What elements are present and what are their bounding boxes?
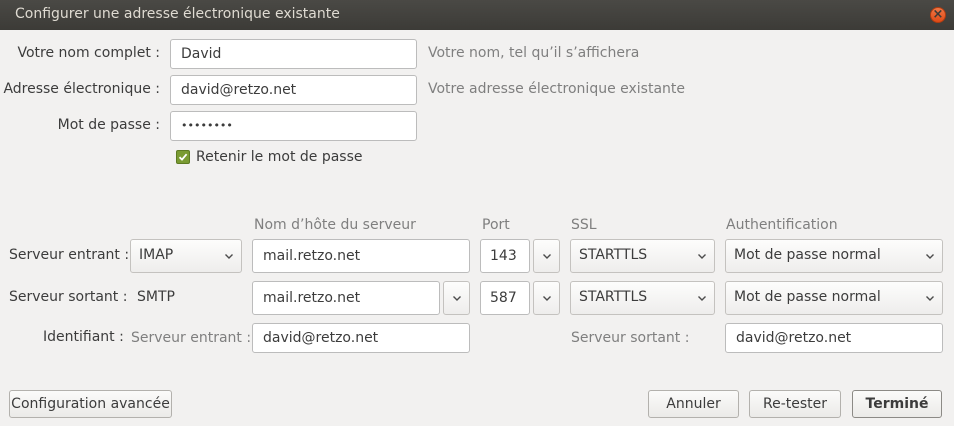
email-input[interactable] [170, 75, 417, 105]
chevron-down-icon [225, 254, 233, 259]
outgoing-hostname-input[interactable] [252, 281, 440, 315]
close-button[interactable]: × [930, 7, 946, 23]
incoming-server-label: Serveur entrant : [9, 247, 130, 263]
chevron-down-icon [926, 296, 934, 301]
chevron-down-icon [698, 296, 706, 301]
outgoing-ssl-value: STARTTLS [579, 289, 648, 305]
incoming-protocol-select[interactable]: IMAP [130, 239, 242, 273]
close-icon: × [932, 7, 944, 22]
name-label: Votre nom complet : [17, 45, 160, 61]
header-auth: Authentification [726, 217, 838, 233]
outgoing-protocol: SMTP [137, 289, 175, 305]
remember-password-label[interactable]: Retenir le mot de passe [196, 149, 363, 165]
incoming-auth-select[interactable]: Mot de passe normal [725, 239, 943, 273]
outgoing-hostname-dropdown[interactable] [443, 281, 470, 315]
chevron-down-icon [543, 254, 551, 259]
retest-button[interactable]: Re-tester [749, 390, 841, 418]
password-label: Mot de passe : [58, 117, 160, 133]
password-input[interactable]: •••••••• [170, 111, 417, 141]
identity-outgoing-label: Serveur sortant : [571, 330, 690, 346]
incoming-auth-value: Mot de passe normal [734, 247, 881, 263]
header-port: Port [482, 217, 510, 233]
incoming-username-input[interactable] [252, 323, 470, 353]
identity-label: Identifiant : [43, 329, 124, 345]
incoming-hostname-input[interactable] [252, 239, 470, 273]
remember-password-checkbox[interactable] [176, 150, 190, 164]
incoming-ssl-value: STARTTLS [579, 247, 648, 263]
full-name-input[interactable] [170, 39, 417, 69]
window-titlebar: Configurer une adresse électronique exis… [0, 0, 954, 30]
advanced-config-button[interactable]: Configuration avancée [9, 390, 172, 418]
chevron-down-icon [453, 296, 461, 301]
outgoing-username-input[interactable] [725, 323, 943, 353]
incoming-protocol-value: IMAP [139, 247, 174, 263]
incoming-port-input[interactable] [480, 239, 530, 273]
outgoing-auth-select[interactable]: Mot de passe normal [725, 281, 943, 315]
header-ssl: SSL [571, 217, 597, 233]
email-label: Adresse électronique : [3, 81, 160, 97]
cancel-button[interactable]: Annuler [648, 390, 739, 418]
outgoing-port-input[interactable] [480, 281, 530, 315]
incoming-port-dropdown[interactable] [533, 239, 560, 273]
password-label-text: Mot de passe : [57, 117, 160, 133]
chevron-down-icon [926, 254, 934, 259]
outgoing-ssl-select[interactable]: STARTTLS [570, 281, 715, 315]
incoming-ssl-select[interactable]: STARTTLS [570, 239, 715, 273]
done-button[interactable]: Terminé [852, 390, 942, 418]
identity-incoming-label: Serveur entrant : [131, 330, 252, 346]
outgoing-port-dropdown[interactable] [533, 281, 560, 315]
email-hint: Votre adresse électronique existante [428, 81, 686, 97]
outgoing-server-label: Serveur sortant : [9, 289, 128, 305]
chevron-down-icon [698, 254, 706, 259]
name-hint: Votre nom, tel qu’il s’affichera [428, 45, 640, 61]
outgoing-auth-value: Mot de passe normal [734, 289, 881, 305]
email-label-text: Adresse électronique : [3, 81, 160, 97]
header-hostname: Nom d’hôte du serveur [254, 217, 416, 233]
name-label-text: Votre nom complet : [17, 45, 160, 61]
checkmark-icon [178, 153, 188, 161]
chevron-down-icon [543, 296, 551, 301]
window-title: Configurer une adresse électronique exis… [15, 6, 340, 22]
